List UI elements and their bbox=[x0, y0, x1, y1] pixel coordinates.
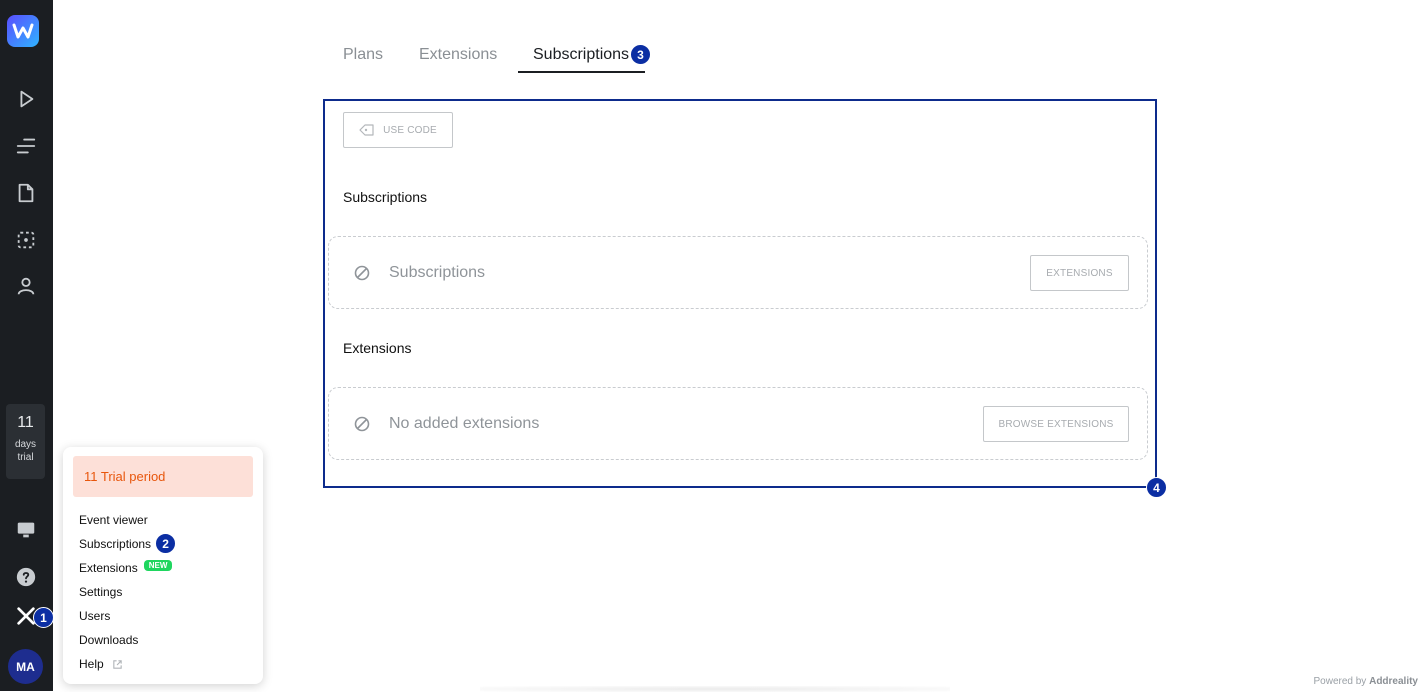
user-icon[interactable] bbox=[14, 274, 38, 298]
dashed-square-icon[interactable] bbox=[14, 228, 38, 252]
subscriptions-empty-card: Subscriptions EXTENSIONS bbox=[328, 236, 1148, 309]
monitor-icon[interactable] bbox=[14, 518, 38, 542]
active-tab-indicator bbox=[518, 71, 645, 73]
trial-label-line2: trial bbox=[17, 452, 34, 463]
menu-item-label: Subscriptions bbox=[79, 536, 152, 551]
step-badge-1: 1 bbox=[33, 607, 54, 628]
browse-extensions-button[interactable]: BROWSE EXTENSIONS bbox=[983, 406, 1129, 442]
trial-period-banner[interactable]: 11 Trial period bbox=[73, 456, 253, 497]
menu-item-label: Downloads bbox=[79, 633, 139, 647]
ban-icon bbox=[353, 415, 371, 433]
menu-item-settings[interactable]: Settings bbox=[79, 585, 122, 599]
tab-plans[interactable]: Plans bbox=[343, 46, 383, 64]
step-badge-3: 3 bbox=[630, 44, 651, 65]
logo-icon[interactable] bbox=[7, 15, 39, 47]
trial-label-line1: days bbox=[14, 439, 37, 450]
tools-popup-menu: 11 Trial period Event viewer Subscriptio… bbox=[63, 447, 263, 684]
menu-item-label: Settings bbox=[79, 585, 123, 599]
subscriptions-section-title: Subscriptions bbox=[343, 189, 428, 205]
sidebar: 11 days trial 1 MA bbox=[0, 0, 54, 691]
file-icon[interactable] bbox=[14, 181, 38, 205]
step-badge-2: 2 bbox=[155, 533, 177, 554]
help-icon[interactable] bbox=[14, 565, 38, 589]
menu-item-extensions[interactable]: Extensions NEW bbox=[79, 559, 173, 575]
subscriptions-empty-text: Subscriptions bbox=[389, 264, 486, 281]
powered-by-prefix: Powered by bbox=[1313, 676, 1367, 687]
trial-days-label: days trial bbox=[6, 438, 45, 464]
trial-counter[interactable]: 11 days trial bbox=[6, 404, 45, 479]
menu-item-label: Users bbox=[79, 609, 111, 623]
play-icon[interactable] bbox=[14, 87, 38, 111]
powered-by-brand: Addreality bbox=[1369, 676, 1418, 687]
extensions-section-title: Extensions bbox=[343, 340, 412, 356]
step-badge-4: 4 bbox=[1146, 477, 1167, 498]
menu-item-subscriptions[interactable]: Subscriptions 2 bbox=[79, 533, 177, 554]
extensions-empty-card: No added extensions BROWSE EXTENSIONS bbox=[328, 387, 1148, 460]
menu-item-users[interactable]: Users bbox=[79, 609, 110, 623]
menu-item-label: Extensions bbox=[79, 561, 138, 575]
tab-extensions[interactable]: Extensions bbox=[419, 46, 497, 64]
use-code-button[interactable]: USE CODE bbox=[343, 112, 453, 148]
new-tag: NEW bbox=[143, 559, 173, 571]
tab-subscriptions[interactable]: Subscriptions bbox=[533, 46, 629, 64]
external-link-icon bbox=[112, 659, 123, 670]
menu-item-label: Help bbox=[79, 657, 104, 671]
bottom-shadow bbox=[480, 686, 950, 692]
playlist-icon[interactable] bbox=[14, 134, 38, 158]
menu-item-event-viewer[interactable]: Event viewer bbox=[79, 513, 148, 527]
powered-by: Powered by Addreality bbox=[1314, 676, 1419, 687]
menu-item-downloads[interactable]: Downloads bbox=[79, 633, 138, 647]
menu-item-label: Event viewer bbox=[79, 513, 148, 527]
extensions-empty-text: No added extensions bbox=[389, 415, 540, 432]
avatar[interactable]: MA bbox=[8, 649, 43, 684]
tag-icon bbox=[359, 123, 375, 137]
extensions-button[interactable]: EXTENSIONS bbox=[1030, 255, 1129, 291]
menu-item-help[interactable]: Help bbox=[79, 657, 123, 671]
ban-icon bbox=[353, 264, 371, 282]
use-code-label: USE CODE bbox=[383, 124, 437, 136]
trial-days: 11 bbox=[17, 414, 34, 431]
